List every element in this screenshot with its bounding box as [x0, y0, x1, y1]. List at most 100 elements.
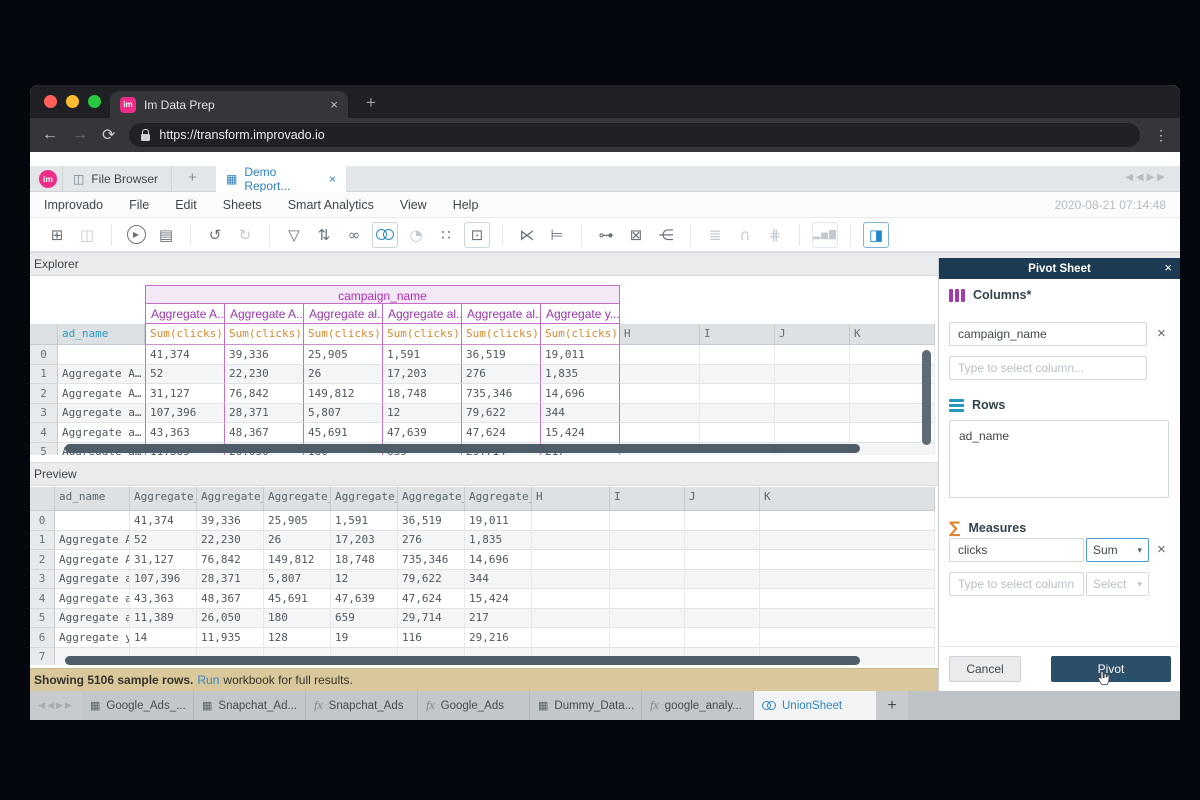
value-cell[interactable]: 217: [465, 609, 532, 629]
empty-cell[interactable]: [532, 628, 610, 648]
rows-field[interactable]: ad_name: [949, 420, 1169, 498]
row-number[interactable]: 4: [30, 589, 55, 609]
sum-clicks-header[interactable]: Sum(clicks): [540, 324, 620, 345]
sort-icon[interactable]: ⇅: [312, 223, 336, 247]
value-cell[interactable]: 76,842: [197, 550, 264, 570]
value-cell[interactable]: 1,591: [331, 511, 398, 531]
hierarchy-icon[interactable]: ⋲: [654, 223, 678, 247]
menu-edit[interactable]: Edit: [175, 198, 197, 212]
value-cell[interactable]: 1,591: [382, 345, 461, 365]
value-cell[interactable]: 19,011: [465, 511, 532, 531]
column-letter-header[interactable]: H: [620, 324, 700, 345]
value-cell[interactable]: 735,346: [461, 384, 540, 404]
cancel-button[interactable]: Cancel: [949, 656, 1021, 682]
value-cell[interactable]: 5,807: [264, 570, 331, 590]
ad-name-column-header[interactable]: ad_name: [58, 324, 145, 345]
menu-view[interactable]: View: [400, 198, 427, 212]
empty-cell[interactable]: [685, 570, 760, 590]
empty-cell[interactable]: [700, 404, 775, 424]
join-icon[interactable]: ∞: [342, 223, 366, 247]
value-cell[interactable]: 22,230: [197, 531, 264, 551]
empty-cell[interactable]: [775, 384, 850, 404]
value-cell[interactable]: 344: [465, 570, 532, 590]
value-cell[interactable]: 5,807: [303, 404, 382, 424]
close-workbook-icon[interactable]: ×: [329, 172, 336, 186]
empty-cell[interactable]: [532, 550, 610, 570]
preview-column-header[interactable]: Aggregate_A…: [197, 487, 264, 511]
value-cell[interactable]: 14,696: [465, 550, 532, 570]
empty-cell[interactable]: [760, 589, 935, 609]
sheet-tab-google-ads[interactable]: fxGoogle_Ads: [418, 691, 530, 720]
empty-cell[interactable]: [760, 511, 935, 531]
value-cell[interactable]: 36,519: [461, 345, 540, 365]
empty-cell[interactable]: [775, 345, 850, 365]
empty-cell[interactable]: [685, 531, 760, 551]
empty-cell[interactable]: [532, 511, 610, 531]
value-cell[interactable]: 45,691: [264, 589, 331, 609]
browser-menu-icon[interactable]: ⋮: [1154, 127, 1168, 144]
sum-clicks-header[interactable]: Sum(clicks): [303, 324, 382, 345]
value-cell[interactable]: 28,371: [224, 404, 303, 424]
row-number[interactable]: 7: [30, 648, 55, 666]
value-cell[interactable]: 276: [461, 365, 540, 385]
value-cell[interactable]: 14,696: [540, 384, 620, 404]
campaign-name-span-header[interactable]: campaign_name: [145, 285, 620, 303]
ad-name-cell[interactable]: [58, 345, 145, 365]
empty-cell[interactable]: [620, 423, 700, 443]
sheet-tab-google-ads[interactable]: ▦Google_Ads_...: [82, 691, 194, 720]
empty-cell[interactable]: [620, 345, 700, 365]
row-number[interactable]: 2: [30, 550, 55, 570]
aggregate-column-header[interactable]: Aggregate al...: [303, 303, 382, 324]
value-cell[interactable]: 107,396: [145, 404, 224, 424]
value-cell[interactable]: 43,363: [145, 423, 224, 443]
empty-cell[interactable]: [532, 609, 610, 629]
empty-cell[interactable]: [610, 570, 685, 590]
empty-cell[interactable]: [610, 589, 685, 609]
menu-smart-analytics[interactable]: Smart Analytics: [288, 198, 374, 212]
address-bar[interactable]: https://transform.improvado.io: [129, 123, 1140, 147]
empty-cell[interactable]: [775, 404, 850, 424]
value-cell[interactable]: 17,203: [331, 531, 398, 551]
measure-field[interactable]: [949, 538, 1084, 562]
empty-cell[interactable]: [532, 570, 610, 590]
preview-column-header[interactable]: Aggregate_a…: [264, 487, 331, 511]
empty-cell[interactable]: [532, 589, 610, 609]
value-cell[interactable]: 79,622: [461, 404, 540, 424]
value-cell[interactable]: 47,639: [382, 423, 461, 443]
run-icon[interactable]: ▶: [124, 223, 148, 247]
value-cell[interactable]: 43,363: [130, 589, 197, 609]
convert-icon[interactable]: ⊠: [624, 223, 648, 247]
aggregate-column-header[interactable]: Aggregate al...: [382, 303, 461, 324]
minimize-window-button[interactable]: [66, 95, 79, 108]
value-cell[interactable]: 11,389: [130, 609, 197, 629]
run-link[interactable]: Run: [197, 673, 219, 687]
ad-name-cell[interactable]: Aggregate A…: [55, 531, 130, 551]
value-cell[interactable]: 19: [331, 628, 398, 648]
close-panel-icon[interactable]: ×: [1164, 260, 1172, 275]
value-cell[interactable]: 15,424: [540, 423, 620, 443]
value-cell[interactable]: 28,371: [197, 570, 264, 590]
value-cell[interactable]: 19,011: [540, 345, 620, 365]
preview-horizontal-scrollbar[interactable]: [65, 656, 860, 665]
menu-file[interactable]: File: [129, 198, 149, 212]
add-measure-field[interactable]: [949, 572, 1084, 596]
empty-cell[interactable]: [610, 550, 685, 570]
row-number[interactable]: 1: [30, 365, 58, 385]
preview-column-header[interactable]: ad_name: [55, 487, 130, 511]
empty-cell[interactable]: [850, 443, 935, 456]
row-number[interactable]: 5: [30, 443, 58, 456]
empty-cell[interactable]: [700, 345, 775, 365]
row-number[interactable]: 4: [30, 423, 58, 443]
row-number[interactable]: 3: [30, 570, 55, 590]
side-panel-icon[interactable]: ◨: [863, 222, 889, 248]
preview-column-header[interactable]: J: [685, 487, 760, 511]
empty-cell[interactable]: [685, 550, 760, 570]
union-icon[interactable]: [372, 222, 398, 248]
ad-name-cell[interactable]: Aggregate y…: [55, 628, 130, 648]
preview-column-header[interactable]: Aggregate_a…: [331, 487, 398, 511]
value-cell[interactable]: 25,905: [264, 511, 331, 531]
value-cell[interactable]: 18,748: [331, 550, 398, 570]
empty-cell[interactable]: [610, 609, 685, 629]
value-cell[interactable]: 344: [540, 404, 620, 424]
row-number[interactable]: 2: [30, 384, 58, 404]
